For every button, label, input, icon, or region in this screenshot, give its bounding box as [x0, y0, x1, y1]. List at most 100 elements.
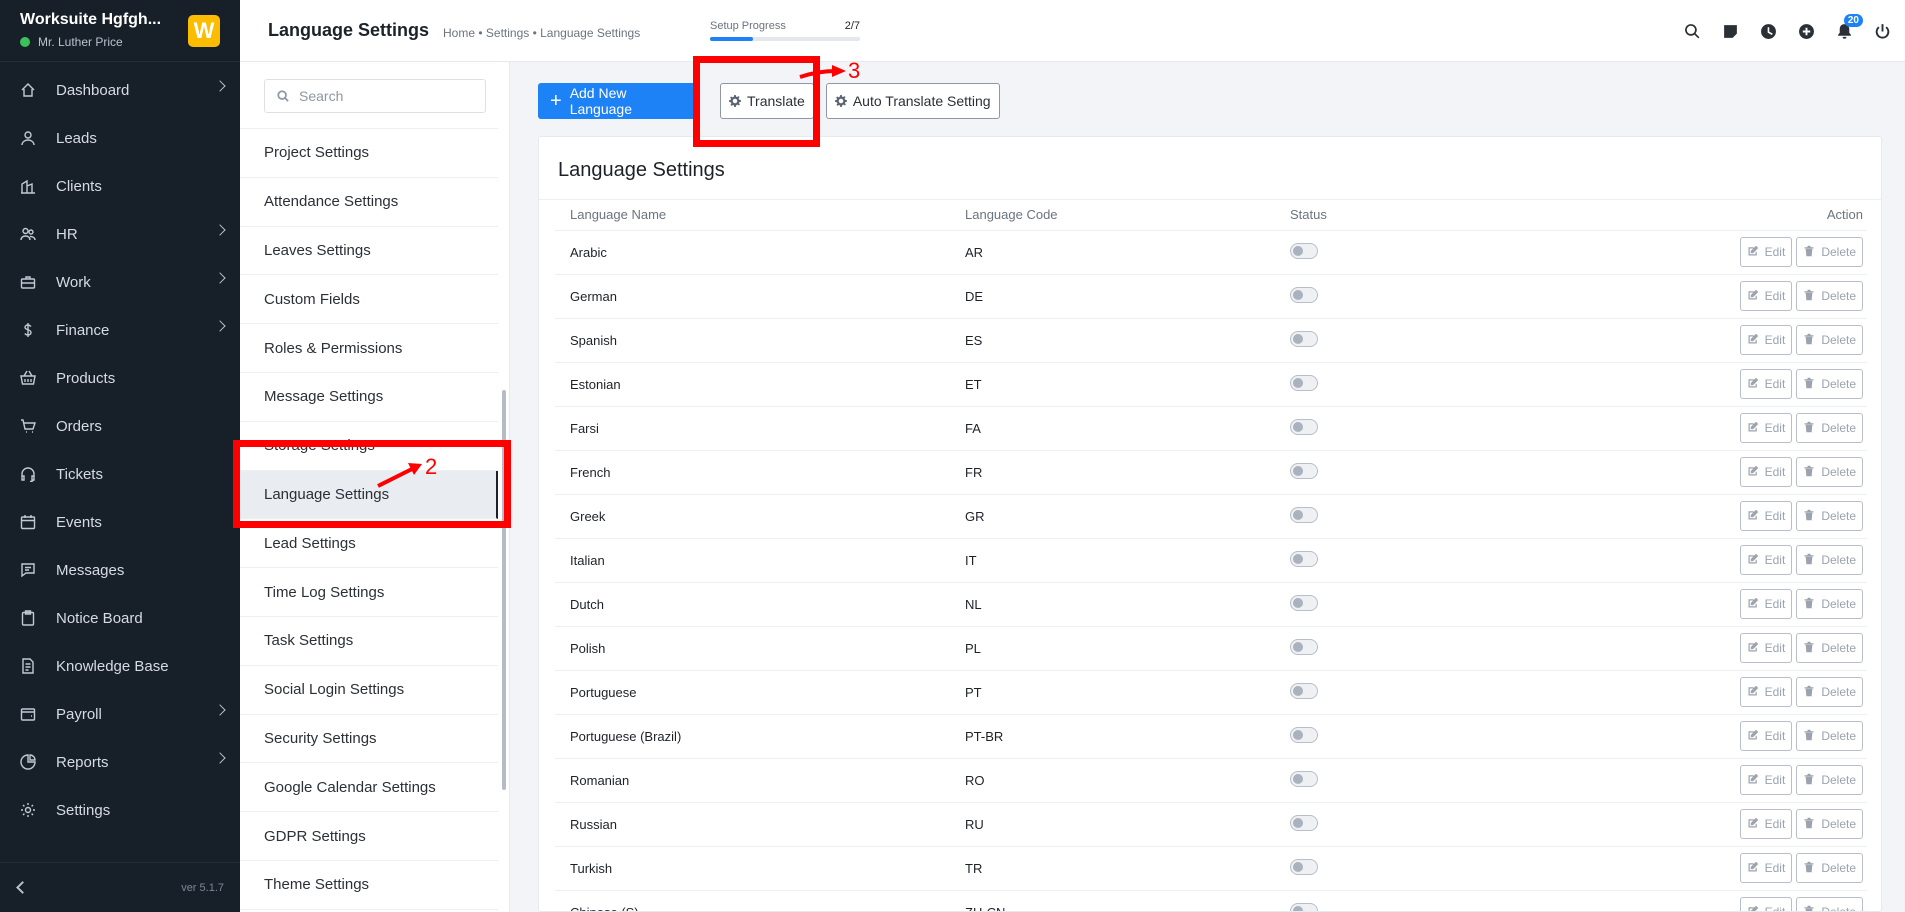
- status-toggle[interactable]: [1290, 902, 1318, 911]
- sidebar-item-finance[interactable]: Finance: [0, 306, 240, 354]
- delete-button[interactable]: Delete: [1796, 809, 1863, 839]
- delete-button[interactable]: Delete: [1796, 413, 1863, 443]
- language-name: Italian: [555, 538, 950, 583]
- settings-menu-item-security-settings[interactable]: Security Settings: [240, 715, 498, 764]
- power-icon[interactable]: [1869, 18, 1895, 44]
- delete-button[interactable]: Delete: [1796, 457, 1863, 487]
- status-toggle[interactable]: [1290, 726, 1318, 743]
- delete-button[interactable]: Delete: [1796, 633, 1863, 663]
- sidebar-item-knowledge-base[interactable]: Knowledge Base: [0, 642, 240, 690]
- delete-button[interactable]: Delete: [1796, 325, 1863, 355]
- status-cell: [1275, 230, 1535, 275]
- status-toggle[interactable]: [1290, 638, 1318, 655]
- status-toggle[interactable]: [1290, 286, 1318, 303]
- online-status-dot: [20, 37, 30, 47]
- sidebar-item-work[interactable]: Work: [0, 258, 240, 306]
- delete-button[interactable]: Delete: [1796, 897, 1863, 911]
- trash-icon: [1803, 597, 1821, 612]
- annotation-box-language-settings: [233, 440, 511, 528]
- sidebar-item-label: Knowledge Base: [56, 657, 169, 675]
- status-toggle[interactable]: [1290, 418, 1318, 435]
- sidebar-item-dashboard[interactable]: Dashboard: [0, 66, 240, 114]
- edit-button[interactable]: Edit: [1739, 897, 1793, 911]
- status-cell: [1275, 318, 1535, 363]
- settings-search-input[interactable]: [299, 88, 479, 104]
- edit-button[interactable]: Edit: [1739, 853, 1793, 883]
- edit-button[interactable]: Edit: [1739, 721, 1793, 751]
- sidebar-item-clients[interactable]: Clients: [0, 162, 240, 210]
- delete-button[interactable]: Delete: [1796, 281, 1863, 311]
- settings-menu-item-task-settings[interactable]: Task Settings: [240, 617, 498, 666]
- status-toggle[interactable]: [1290, 462, 1318, 479]
- edit-button[interactable]: Edit: [1739, 413, 1793, 443]
- collapse-sidebar-icon[interactable]: [16, 881, 29, 894]
- sticky-note-icon[interactable]: [1717, 18, 1743, 44]
- status-toggle[interactable]: [1290, 550, 1318, 567]
- sidebar-item-hr[interactable]: HR: [0, 210, 240, 258]
- edit-button[interactable]: Edit: [1739, 589, 1793, 619]
- edit-button[interactable]: Edit: [1739, 369, 1793, 399]
- delete-button[interactable]: Delete: [1796, 237, 1863, 267]
- add-new-language-button[interactable]: + Add New Language: [538, 83, 698, 119]
- edit-button[interactable]: Edit: [1739, 237, 1793, 267]
- edit-button[interactable]: Edit: [1739, 281, 1793, 311]
- status-toggle[interactable]: [1290, 506, 1318, 523]
- settings-menu-item-social-login-settings[interactable]: Social Login Settings: [240, 666, 498, 715]
- edit-button[interactable]: Edit: [1739, 809, 1793, 839]
- column-header-language-code: Language Code: [950, 200, 1275, 231]
- delete-button[interactable]: Delete: [1796, 765, 1863, 795]
- edit-icon: [1747, 421, 1765, 436]
- add-circle-icon[interactable]: [1793, 18, 1819, 44]
- status-toggle[interactable]: [1290, 374, 1318, 391]
- sidebar-item-products[interactable]: Products: [0, 354, 240, 402]
- settings-menu-item-attendance-settings[interactable]: Attendance Settings: [240, 178, 498, 227]
- sidebar-item-tickets[interactable]: Tickets: [0, 450, 240, 498]
- delete-button[interactable]: Delete: [1796, 721, 1863, 751]
- settings-menu-item-google-calendar-settings[interactable]: Google Calendar Settings: [240, 763, 498, 813]
- language-code: NL: [950, 582, 1275, 627]
- settings-menu-item-leaves-settings[interactable]: Leaves Settings: [240, 227, 498, 276]
- notification-bell-icon[interactable]: 20: [1831, 14, 1863, 44]
- edit-button[interactable]: Edit: [1739, 545, 1793, 575]
- settings-menu-item-gdpr-settings[interactable]: GDPR Settings: [240, 812, 498, 861]
- delete-button[interactable]: Delete: [1796, 369, 1863, 399]
- sidebar-item-settings[interactable]: Settings: [0, 786, 240, 834]
- status-toggle[interactable]: [1290, 330, 1318, 347]
- edit-button[interactable]: Edit: [1739, 633, 1793, 663]
- settings-search[interactable]: [264, 79, 486, 113]
- sidebar-item-notice-board[interactable]: Notice Board: [0, 594, 240, 642]
- settings-menu-item-project-settings[interactable]: Project Settings: [240, 129, 498, 178]
- delete-button[interactable]: Delete: [1796, 501, 1863, 531]
- settings-menu-item-time-log-settings[interactable]: Time Log Settings: [240, 568, 498, 617]
- delete-button[interactable]: Delete: [1796, 589, 1863, 619]
- edit-button[interactable]: Edit: [1739, 457, 1793, 487]
- status-toggle[interactable]: [1290, 242, 1318, 259]
- delete-button[interactable]: Delete: [1796, 853, 1863, 883]
- delete-button[interactable]: Delete: [1796, 545, 1863, 575]
- settings-menu-item-roles-permissions[interactable]: Roles & Permissions: [240, 324, 498, 373]
- auto-translate-setting-button[interactable]: Auto Translate Setting: [825, 83, 1000, 119]
- settings-menu-item-custom-fields[interactable]: Custom Fields: [240, 275, 498, 325]
- edit-button[interactable]: Edit: [1739, 765, 1793, 795]
- delete-button[interactable]: Delete: [1796, 677, 1863, 707]
- status-toggle[interactable]: [1290, 594, 1318, 611]
- sidebar-item-orders[interactable]: Orders: [0, 402, 240, 450]
- edit-button[interactable]: Edit: [1739, 501, 1793, 531]
- brand-header[interactable]: Worksuite Hgfgh... Mr. Luther Price W: [0, 0, 240, 62]
- status-toggle[interactable]: [1290, 858, 1318, 875]
- status-toggle[interactable]: [1290, 682, 1318, 699]
- settings-menu-item-message-settings[interactable]: Message Settings: [240, 373, 498, 422]
- sidebar-item-messages[interactable]: Messages: [0, 546, 240, 594]
- sidebar-item-events[interactable]: Events: [0, 498, 240, 546]
- settings-menu-item-theme-settings[interactable]: Theme Settings: [240, 861, 498, 910]
- edit-button[interactable]: Edit: [1739, 325, 1793, 355]
- sidebar-item-reports[interactable]: Reports: [0, 738, 240, 786]
- status-toggle[interactable]: [1290, 814, 1318, 831]
- sidebar-item-leads[interactable]: Leads: [0, 114, 240, 162]
- sidebar-item-payroll[interactable]: Payroll: [0, 690, 240, 738]
- status-toggle[interactable]: [1290, 770, 1318, 787]
- edit-button[interactable]: Edit: [1739, 677, 1793, 707]
- clock-icon[interactable]: [1755, 18, 1781, 44]
- search-icon[interactable]: [1679, 18, 1705, 44]
- setup-progress[interactable]: Setup Progress 2/7: [710, 20, 860, 41]
